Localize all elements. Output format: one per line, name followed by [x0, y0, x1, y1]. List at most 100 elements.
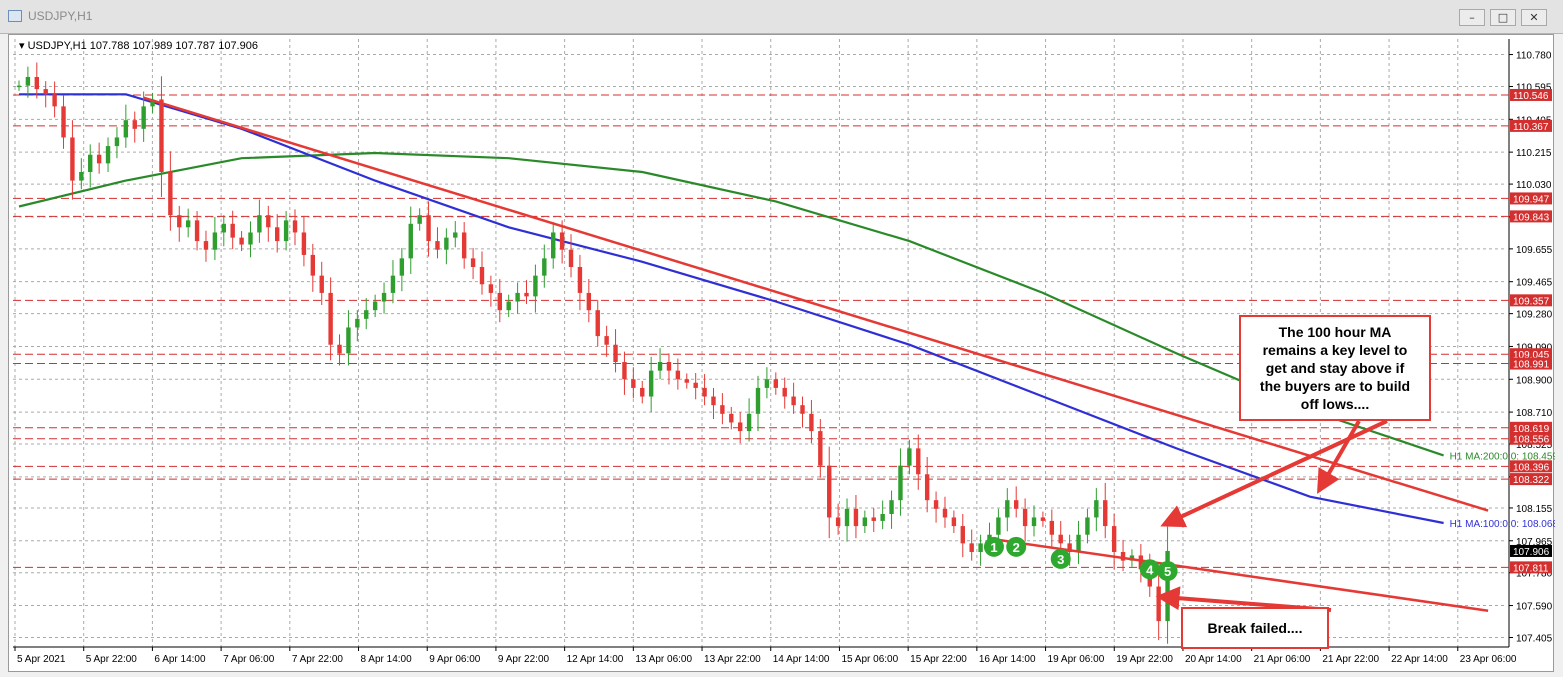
annotation-ma-line-4: the buyers are to build	[1259, 378, 1411, 394]
ma-100-line	[19, 93, 1444, 525]
candle-body	[132, 120, 137, 129]
candle-body	[666, 362, 672, 371]
marker-label: 5	[1164, 564, 1171, 579]
candle-body	[800, 405, 805, 414]
dropdown-icon[interactable]: ▾	[19, 40, 25, 52]
candle-body	[702, 387, 707, 397]
window-title: USDJPY,H1	[28, 9, 93, 23]
price-level-label: 108.991	[1513, 360, 1550, 371]
candle-body	[381, 292, 387, 302]
candle-body	[693, 382, 698, 388]
candle-body	[1085, 517, 1090, 535]
marker-label: 2	[1013, 540, 1020, 555]
candle-body	[212, 232, 218, 250]
candle-body	[622, 362, 627, 380]
candle-body	[479, 267, 485, 285]
candle-body	[827, 465, 832, 518]
candle-body	[257, 215, 262, 233]
candle-body	[907, 448, 912, 466]
candle-body	[497, 292, 502, 311]
x-tick-label: 20 Apr 14:00	[1185, 654, 1242, 665]
close-button[interactable]: ✕	[1521, 9, 1547, 26]
marker-label: 4	[1146, 562, 1154, 577]
candle-body	[52, 94, 57, 107]
candle-body	[239, 237, 244, 245]
x-tick-label: 15 Apr 06:00	[841, 654, 898, 665]
candle-body	[818, 431, 823, 466]
y-tick-label: 109.465	[1516, 278, 1553, 289]
x-tick-label: 14 Apr 14:00	[773, 654, 830, 665]
candle-body	[586, 292, 592, 311]
candle-body	[568, 249, 574, 267]
trendline-1	[143, 96, 1489, 512]
x-tick-label: 22 Apr 14:00	[1391, 654, 1448, 665]
annotation-ma-line-3: get and stay above if	[1265, 360, 1405, 376]
candle-body	[880, 514, 885, 521]
candle-body	[924, 474, 930, 501]
price-level-label: 108.396	[1513, 462, 1550, 473]
chart-area[interactable]: 5 Apr 2021 5 Apr 22:00 6 Apr 14:00 7 Apr 06…	[8, 34, 1555, 672]
minimize-button[interactable]: –	[1459, 9, 1485, 26]
x-tick-label: 21 Apr 06:00	[1254, 654, 1311, 665]
symbol-info-text: USDJPY,H1 107.788 107.989 107.787 107.90…	[27, 40, 258, 52]
x-tick-label: 19 Apr 22:00	[1116, 654, 1173, 665]
candle-body	[319, 275, 324, 293]
annotation-break-box: Break failed....	[1181, 607, 1329, 649]
candle-body	[417, 215, 422, 224]
candle-body	[16, 85, 22, 88]
candle-body	[675, 370, 681, 380]
candle-body	[70, 137, 75, 181]
x-tick-label: 13 Apr 22:00	[704, 654, 761, 665]
price-level-label: 109.357	[1513, 296, 1550, 307]
chart-window-icon	[8, 10, 22, 22]
candle-body	[577, 267, 583, 293]
candle-body	[889, 500, 894, 514]
candle-body	[1014, 500, 1019, 509]
candle-body	[470, 258, 476, 267]
candle-body	[524, 292, 529, 297]
candle-body	[221, 223, 226, 233]
candle-body	[488, 284, 494, 293]
price-level-label: 110.367	[1513, 122, 1549, 133]
maximize-button[interactable]: □	[1490, 9, 1516, 26]
candle-body	[399, 258, 405, 276]
candle-body	[862, 517, 868, 527]
candle-body	[684, 379, 689, 383]
candle-body	[301, 232, 307, 255]
candle-body	[292, 220, 298, 233]
candle-body	[390, 275, 396, 293]
candle-body	[96, 154, 102, 164]
candle-body	[648, 370, 654, 397]
candle-body	[114, 137, 120, 147]
candle-body	[25, 77, 31, 86]
candle-body	[640, 387, 645, 397]
candle-body	[426, 215, 431, 242]
candle-body	[933, 500, 939, 509]
candle-body	[1076, 534, 1081, 552]
price-level-label: 108.556	[1513, 435, 1550, 446]
candle-body	[542, 258, 547, 276]
candle-body	[559, 232, 565, 250]
candle-body	[177, 215, 182, 228]
x-tick-label: 9 Apr 22:00	[498, 654, 550, 665]
candle-body	[1111, 526, 1117, 552]
candle-body	[275, 227, 280, 242]
candle-body	[141, 106, 146, 129]
ma-200-label: H1 MA:200:0:0: 108.459	[1450, 451, 1555, 462]
candle-body	[1022, 508, 1028, 527]
candle-body	[105, 146, 111, 164]
window-titlebar: USDJPY,H1 – □ ✕	[0, 0, 1563, 34]
candle-body	[791, 396, 796, 406]
candle-body	[1040, 517, 1046, 521]
candle-body	[657, 362, 663, 371]
price-level-label: 108.322	[1513, 475, 1550, 486]
candle-body	[871, 517, 876, 521]
ma-100-label: H1 MA:100:0:0: 108.068	[1450, 519, 1555, 530]
annotation-ma-line-1: The 100 hour MA	[1278, 324, 1392, 340]
symbol-info: ▾ USDJPY,H1 107.788 107.989 107.787 107.…	[19, 39, 258, 52]
price-level-label: 109.843	[1513, 212, 1550, 223]
y-tick-label: 110.030	[1516, 180, 1552, 191]
candle-body	[1103, 500, 1108, 527]
x-tick-label: 5 Apr 22:00	[86, 654, 138, 665]
annotation-ma-line-5: off lows....	[1300, 396, 1370, 412]
